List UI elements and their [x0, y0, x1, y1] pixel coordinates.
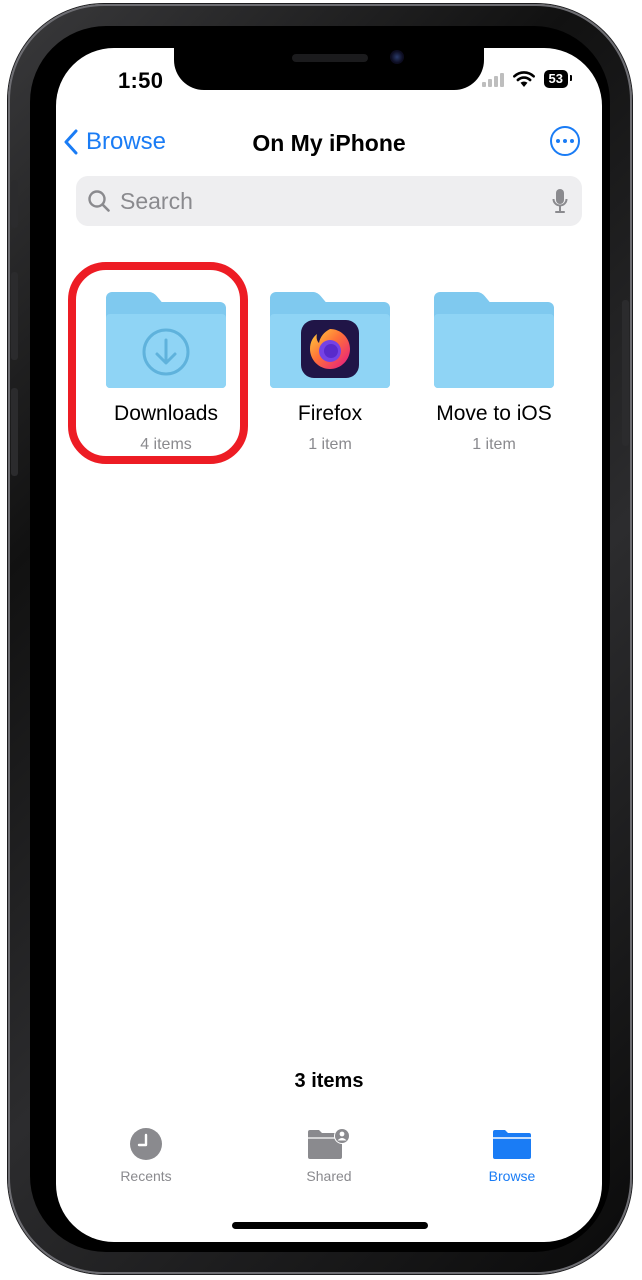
ellipsis-circle-icon[interactable] [550, 126, 580, 156]
folder-icon [493, 1130, 531, 1159]
tab-browse[interactable]: Browse [462, 1126, 562, 1196]
status-time: 1:50 [118, 68, 164, 93]
item-total: 3 items [294, 1070, 364, 1092]
tab-label: Recents [120, 1168, 172, 1184]
search-bar[interactable] [76, 176, 582, 226]
search-input[interactable] [118, 186, 542, 216]
screen: 1:50 53 Browse On My iPhone Search Downl… [56, 48, 602, 1242]
folder-name: Firefox [297, 402, 363, 425]
download-arrow-icon [142, 328, 190, 376]
side-button [622, 300, 629, 446]
phone-frame: 1:50 53 Browse On My iPhone Search Downl… [8, 4, 632, 1274]
folder-name: Downloads [114, 402, 218, 425]
page-title: On My iPhone [252, 130, 406, 156]
shared-folder-icon [308, 1128, 350, 1159]
search-icon [88, 190, 110, 212]
home-indicator[interactable] [232, 1222, 428, 1229]
folder-icon [270, 292, 390, 388]
folder-move-to-ios[interactable]: Move to iOS 1 item [414, 292, 574, 454]
cellular-signal-icon [481, 71, 504, 87]
folder-icon [106, 292, 226, 388]
microphone-icon[interactable] [552, 188, 568, 214]
wifi-icon [512, 71, 535, 87]
folder-item-count: 4 items [140, 436, 192, 453]
mute-switch [11, 180, 18, 228]
battery-icon: 53 [543, 70, 573, 88]
tab-label: Shared [306, 1168, 352, 1184]
folder-item-count: 1 item [308, 436, 352, 453]
tab-label: Browse [488, 1168, 536, 1184]
status-icons: 53 [481, 70, 573, 88]
volume-down-button [11, 388, 18, 476]
firefox-app-icon [301, 320, 359, 378]
notch [174, 48, 484, 90]
volume-up-button [11, 272, 18, 360]
folder-downloads[interactable]: Downloads 4 items [86, 292, 246, 454]
tab-recents[interactable]: Recents [96, 1126, 196, 1196]
tab-bar: Recents Shared Browse [56, 1126, 602, 1196]
folder-item-count: 1 item [472, 436, 516, 453]
folder-firefox[interactable]: Firefox 1 item [250, 292, 410, 454]
folder-name: Move to iOS [436, 402, 552, 425]
clock-icon [130, 1128, 162, 1160]
folder-icon [434, 292, 554, 388]
tab-shared[interactable]: Shared [279, 1126, 379, 1196]
